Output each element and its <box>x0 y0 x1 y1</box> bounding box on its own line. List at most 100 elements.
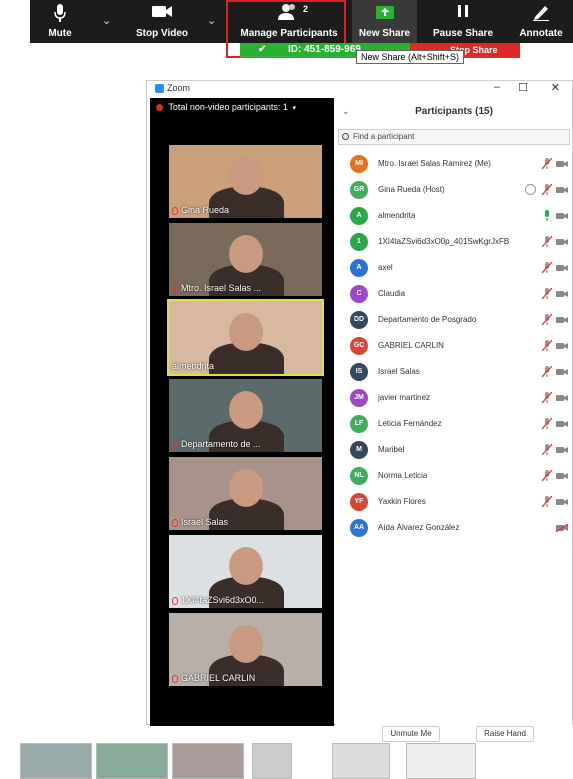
pen-icon <box>533 6 549 21</box>
shield-icon: ✔ <box>258 44 267 55</box>
muted-mic-icon[interactable] <box>542 158 552 170</box>
video-camera-icon[interactable] <box>556 472 568 480</box>
video-camera-icon[interactable] <box>556 238 568 246</box>
mute-label: Mute <box>48 28 72 39</box>
video-tile[interactable]: Departamento de ... <box>169 379 322 452</box>
maximize-button[interactable]: ☐ <box>518 81 528 94</box>
muted-mic-icon[interactable] <box>542 340 552 352</box>
video-camera-icon[interactable] <box>556 420 568 428</box>
tile-name-label: Departamento de ... <box>172 439 261 449</box>
participant-row[interactable]: NL Norma Leticia <box>336 466 572 486</box>
participant-name: Mtro. Israel Salas Ramirez (Me) <box>378 159 491 168</box>
avatar: JM <box>350 389 368 407</box>
participant-row[interactable]: M Maribel <box>336 440 572 460</box>
avatar: 1 <box>350 233 368 251</box>
chevron-down-icon[interactable]: ⌄ <box>207 14 216 27</box>
tile-name-label: Mtro. Israel Salas ... <box>172 283 261 293</box>
avatar: A <box>350 207 368 225</box>
window-thumbnail[interactable] <box>406 743 476 779</box>
minimize-button[interactable]: – <box>494 81 500 93</box>
microphone-icon[interactable] <box>542 210 552 222</box>
mute-button[interactable]: Mute <box>40 0 80 43</box>
video-camera-icon[interactable] <box>556 498 568 506</box>
video-camera-icon[interactable] <box>556 160 568 168</box>
muted-mic-icon <box>172 206 178 215</box>
video-camera-icon[interactable] <box>556 316 568 324</box>
participants-title: Participants (15) <box>415 106 493 117</box>
video-off-icon[interactable] <box>556 524 568 532</box>
participant-row[interactable]: Aaxel <box>336 258 572 278</box>
participant-row[interactable]: 1 1XI4taZSvi6d3xO0p_401SwKgrJxFB <box>336 232 572 252</box>
tile-name: Gina Rueda <box>181 205 230 215</box>
chevron-down-icon[interactable]: ⌄ <box>102 14 111 27</box>
new-share-button[interactable]: New Share <box>352 0 417 43</box>
participants-panel: ⌄ Participants (15) Find a participant M… <box>336 98 572 742</box>
video-tile[interactable]: almendrita <box>167 299 324 376</box>
tile-name-label: Israel Salas <box>172 517 228 527</box>
screen: Mute ⌄ Stop Video ⌄ 2 Manage Participant… <box>0 0 573 779</box>
close-button[interactable]: ✕ <box>551 81 560 94</box>
participant-row[interactable]: YF Yaxkin Flores <box>336 492 572 512</box>
tooltip: New Share (Alt+Shift+S) <box>356 50 465 64</box>
search-input[interactable]: Find a participant <box>338 129 570 145</box>
participant-name: Gina Rueda (Host) <box>378 185 445 194</box>
video-tile[interactable]: 1XI4taZSvi6d3xO0... <box>169 535 322 608</box>
video-tile[interactable]: Israel Salas <box>169 457 322 530</box>
window-thumbnail[interactable] <box>332 743 390 779</box>
video-camera-icon[interactable] <box>556 212 568 220</box>
window-thumbnail[interactable] <box>252 743 292 779</box>
annotate-button[interactable]: Annotate <box>512 0 570 43</box>
video-camera-icon[interactable] <box>556 342 568 350</box>
video-camera-icon[interactable] <box>556 368 568 376</box>
tile-name-label: 1XI4taZSvi6d3xO0... <box>172 595 264 605</box>
muted-mic-icon[interactable] <box>542 314 552 326</box>
muted-mic-icon[interactable] <box>542 392 552 404</box>
participant-name: Israel Salas <box>378 367 420 376</box>
participant-row[interactable]: GC GABRIEL CARLIN <box>336 336 572 356</box>
participant-row[interactable]: JM javier martinez <box>336 388 572 408</box>
avatar: M <box>350 441 368 459</box>
avatar: YF <box>350 493 368 511</box>
participant-row[interactable]: LF Leticia Fernández <box>336 414 572 434</box>
window-title: Zoom <box>167 83 191 93</box>
video-tile[interactable]: Gina Rueda <box>169 145 322 218</box>
participant-name: GABRIEL CARLIN <box>378 341 444 350</box>
participant-row[interactable]: AA Aída Álvarez González <box>336 518 572 538</box>
muted-mic-icon <box>172 518 178 527</box>
chevron-down-icon[interactable]: ▾ <box>292 105 296 112</box>
video-camera-icon[interactable] <box>556 186 568 194</box>
muted-mic-icon[interactable] <box>542 444 552 456</box>
muted-mic-icon[interactable] <box>542 418 552 430</box>
muted-mic-icon[interactable] <box>542 366 552 378</box>
participant-row[interactable]: IS Israel Salas <box>336 362 572 382</box>
video-camera-icon[interactable] <box>556 446 568 454</box>
stop-video-button[interactable]: Stop Video <box>130 0 194 43</box>
muted-mic-icon[interactable] <box>542 496 552 508</box>
strip-header: Total non-video participants: 1 ▾ <box>156 102 296 112</box>
tile-name-label: GABRIEL CARLIN <box>172 673 255 683</box>
pause-share-button[interactable]: Pause Share <box>430 0 496 43</box>
window-thumbnail[interactable] <box>20 743 92 779</box>
window-thumbnail[interactable] <box>96 743 168 779</box>
participant-row[interactable]: MI Mtro. Israel Salas Ramirez (Me) <box>336 154 572 174</box>
muted-mic-icon[interactable] <box>542 236 552 248</box>
muted-mic-icon[interactable] <box>542 262 552 274</box>
participant-row[interactable]: C Claudia <box>336 284 572 304</box>
video-camera-icon[interactable] <box>556 394 568 402</box>
muted-mic-icon[interactable] <box>542 288 552 300</box>
participant-row[interactable]: Aalmendrita <box>336 206 572 226</box>
avatar: IS <box>350 363 368 381</box>
participant-row[interactable]: GR Gina Rueda (Host) <box>336 180 572 200</box>
participant-name: Aída Álvarez González <box>378 523 460 532</box>
video-tile[interactable]: Mtro. Israel Salas ... <box>169 223 322 296</box>
tile-name: Departamento de ... <box>181 439 261 449</box>
window-thumbnail[interactable] <box>172 743 244 779</box>
video-camera-icon[interactable] <box>556 290 568 298</box>
video-tile[interactable]: GABRIEL CARLIN <box>169 613 322 686</box>
video-camera-icon[interactable] <box>556 264 568 272</box>
share-screen-icon <box>375 6 394 19</box>
participant-row[interactable]: DD Departamento de Posgrado <box>336 310 572 330</box>
muted-mic-icon[interactable] <box>542 184 552 196</box>
non-video-count[interactable]: Total non-video participants: 1 <box>168 102 288 112</box>
muted-mic-icon[interactable] <box>542 470 552 482</box>
